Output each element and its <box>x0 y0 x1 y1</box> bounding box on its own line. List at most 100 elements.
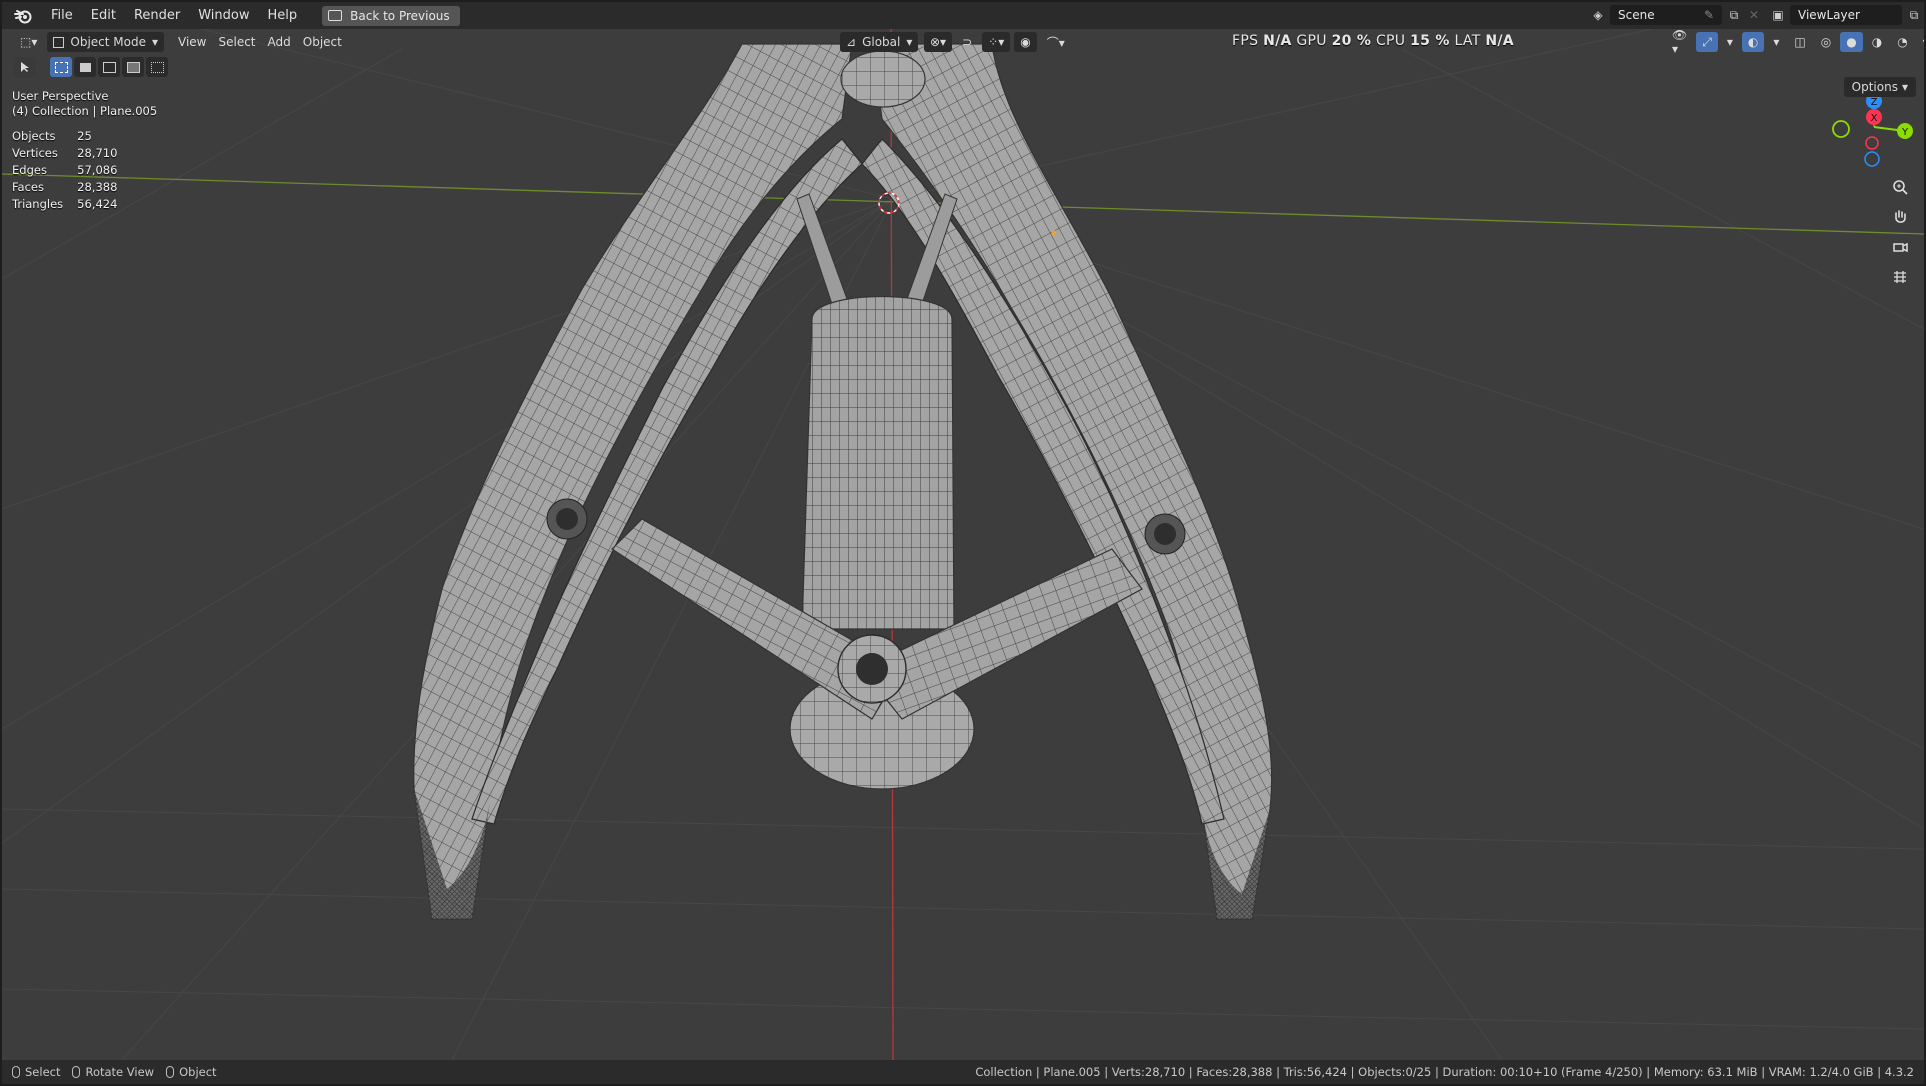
3d-viewport[interactable]: Z X Y ⬚▾ Object Mode ▾ View Select Add O… <box>2 29 1924 1060</box>
status-select-label: Select <box>25 1065 61 1079</box>
transform-orientation-dropdown[interactable]: ⊿ Global ▾ <box>840 32 919 52</box>
overlay-icon[interactable]: ◐ <box>1741 32 1765 52</box>
menu-view[interactable]: View <box>172 32 212 52</box>
view-layer-selector: ▣ ViewLayer ⧉ ✕ <box>1770 5 1926 25</box>
menu-render[interactable]: Render <box>125 8 189 23</box>
pivot-icon[interactable]: ⊗▾ <box>924 32 953 52</box>
view-layer-icon[interactable]: ▣ <box>1770 7 1786 23</box>
fps-value: N/A <box>1263 33 1292 49</box>
proportional-icon[interactable]: ◉ <box>1014 32 1037 52</box>
visibility-icon[interactable]: 👁▾ <box>1666 29 1693 56</box>
gizmo-toggle-icon[interactable]: ⤢ <box>1696 32 1718 52</box>
new-scene-icon[interactable]: ⧉ <box>1726 7 1742 23</box>
chevron-down-icon: ▾ <box>906 35 913 49</box>
select-mode-toolbar <box>14 57 168 77</box>
xray-icon[interactable]: ◫ <box>1788 32 1811 52</box>
status-object-hint: Object <box>166 1065 217 1079</box>
navigation-gizmo[interactable]: Z X Y <box>1832 93 1913 167</box>
svg-text:Y: Y <box>1901 127 1909 138</box>
shading-dropdown-icon[interactable]: ▾ <box>1917 32 1924 52</box>
stat-value: 56,424 <box>77 197 118 211</box>
rendered-shading-icon[interactable]: ◔ <box>1891 32 1913 52</box>
top-menu-bar: File Edit Render Window Help Back to Pre… <box>2 2 1924 29</box>
select-invert-icon[interactable] <box>122 57 144 77</box>
editor-type-icon[interactable]: ⬚▾ <box>14 32 43 52</box>
select-intersect-icon[interactable] <box>146 57 168 77</box>
zoom-icon[interactable] <box>1888 175 1912 199</box>
options-dropdown[interactable]: Options ▾ <box>1843 77 1916 97</box>
stats-row: Edges 57,086 <box>12 163 131 180</box>
material-shading-icon[interactable]: ◑ <box>1866 32 1888 52</box>
transform-icon: ⊿ <box>846 35 857 49</box>
scene-icon[interactable]: ◈ <box>1590 7 1606 23</box>
mouse-middle-icon <box>72 1066 81 1078</box>
select-tool-icon[interactable] <box>14 57 36 77</box>
object-mode-dropdown[interactable]: Object Mode ▾ <box>47 32 164 52</box>
object-mode-label: Object Mode <box>70 35 146 49</box>
mouse-right-icon <box>166 1066 175 1078</box>
transform-orientation-label: Global <box>862 35 901 49</box>
performance-readout: FPS N/A GPU 20 % CPU 15 % LAT N/A <box>1232 33 1514 49</box>
snap-icon[interactable]: ⊃ <box>956 32 978 52</box>
view-name: User Perspective <box>12 89 109 103</box>
menu-help[interactable]: Help <box>259 8 307 23</box>
delete-scene-icon[interactable]: ✕ <box>1746 7 1762 23</box>
pin-icon[interactable]: ✎ <box>1704 8 1714 22</box>
stat-value: 28,710 <box>77 146 118 160</box>
top-pivot-cap[interactable] <box>840 50 926 108</box>
cpu-label: CPU <box>1375 33 1406 49</box>
back-to-previous-label: Back to Previous <box>350 8 450 23</box>
gizmo-dropdown-icon[interactable]: ▾ <box>1721 32 1739 52</box>
status-rotate-hint: Rotate View <box>72 1065 154 1079</box>
grid-ortho-icon[interactable] <box>1888 265 1912 289</box>
overlay-dropdown-icon[interactable]: ▾ <box>1767 32 1785 52</box>
collection-line: (4) Collection | Plane.005 <box>12 104 158 118</box>
stat-label: Triangles <box>12 197 64 211</box>
select-extend-icon[interactable] <box>74 57 96 77</box>
falloff-icon[interactable]: ⌒▾ <box>1041 32 1071 52</box>
menu-window[interactable]: Window <box>189 8 258 23</box>
scene-field[interactable]: Scene ✎ <box>1610 5 1722 25</box>
select-subtract-icon[interactable] <box>98 57 120 77</box>
solid-shading-icon[interactable]: ● <box>1840 32 1863 52</box>
svg-text:Z: Z <box>1871 97 1878 108</box>
view-layer-name: ViewLayer <box>1798 8 1860 22</box>
viewport-header: ⬚▾ Object Mode ▾ View Select Add Object … <box>2 29 1924 56</box>
menu-select[interactable]: Select <box>212 32 261 52</box>
chevron-down-icon: ▾ <box>151 35 158 49</box>
view-layer-field[interactable]: ViewLayer <box>1790 5 1902 25</box>
menu-add[interactable]: Add <box>262 32 297 52</box>
stat-label: Objects <box>12 129 56 143</box>
chevron-down-icon: ▾ <box>1901 80 1908 94</box>
new-view-layer-icon[interactable]: ⧉ <box>1906 7 1922 23</box>
status-select-hint: Select <box>12 1065 60 1079</box>
blender-logo-icon[interactable] <box>12 5 34 27</box>
menu-object[interactable]: Object <box>297 32 348 52</box>
stat-value: 25 <box>77 129 92 143</box>
stats-row: Faces 28,388 <box>12 180 131 197</box>
object-origin-dot[interactable] <box>1051 230 1057 236</box>
menu-file[interactable]: File <box>42 8 82 23</box>
status-rotate-label: Rotate View <box>85 1065 155 1079</box>
blender-window: File Edit Render Window Help Back to Pre… <box>0 0 1926 1086</box>
scene-name: Scene <box>1618 8 1655 22</box>
camera-view-icon[interactable] <box>1888 235 1912 259</box>
viewport-stats-overlay: User Perspective (4) Collection | Plane.… <box>12 89 157 214</box>
options-label: Options <box>1851 80 1898 94</box>
wireframe-shading-icon[interactable]: ◎ <box>1815 32 1837 52</box>
snap-target-icon[interactable]: ⁘▾ <box>982 32 1011 52</box>
pan-hand-icon[interactable] <box>1888 205 1912 229</box>
object-mode-icon <box>53 36 65 48</box>
select-box-icon[interactable] <box>50 57 72 77</box>
stat-label: Vertices <box>12 146 58 160</box>
stat-value: 28,388 <box>77 180 118 194</box>
cpu-value: 15 % <box>1410 33 1450 49</box>
lat-label: LAT <box>1454 33 1481 49</box>
stats-row: Triangles 56,424 <box>12 197 131 214</box>
center-cylinder-mesh[interactable] <box>789 296 975 790</box>
menu-edit[interactable]: Edit <box>82 8 125 23</box>
stats-table: Objects 25 Vertices 28,710 Edges 57,086 … <box>12 129 131 214</box>
scene-statistics: Collection | Plane.005 | Verts:28,710 | … <box>975 1065 1914 1079</box>
back-to-previous-button[interactable]: Back to Previous <box>322 5 460 26</box>
viewport-scene[interactable]: Z X Y <box>2 29 1924 1060</box>
